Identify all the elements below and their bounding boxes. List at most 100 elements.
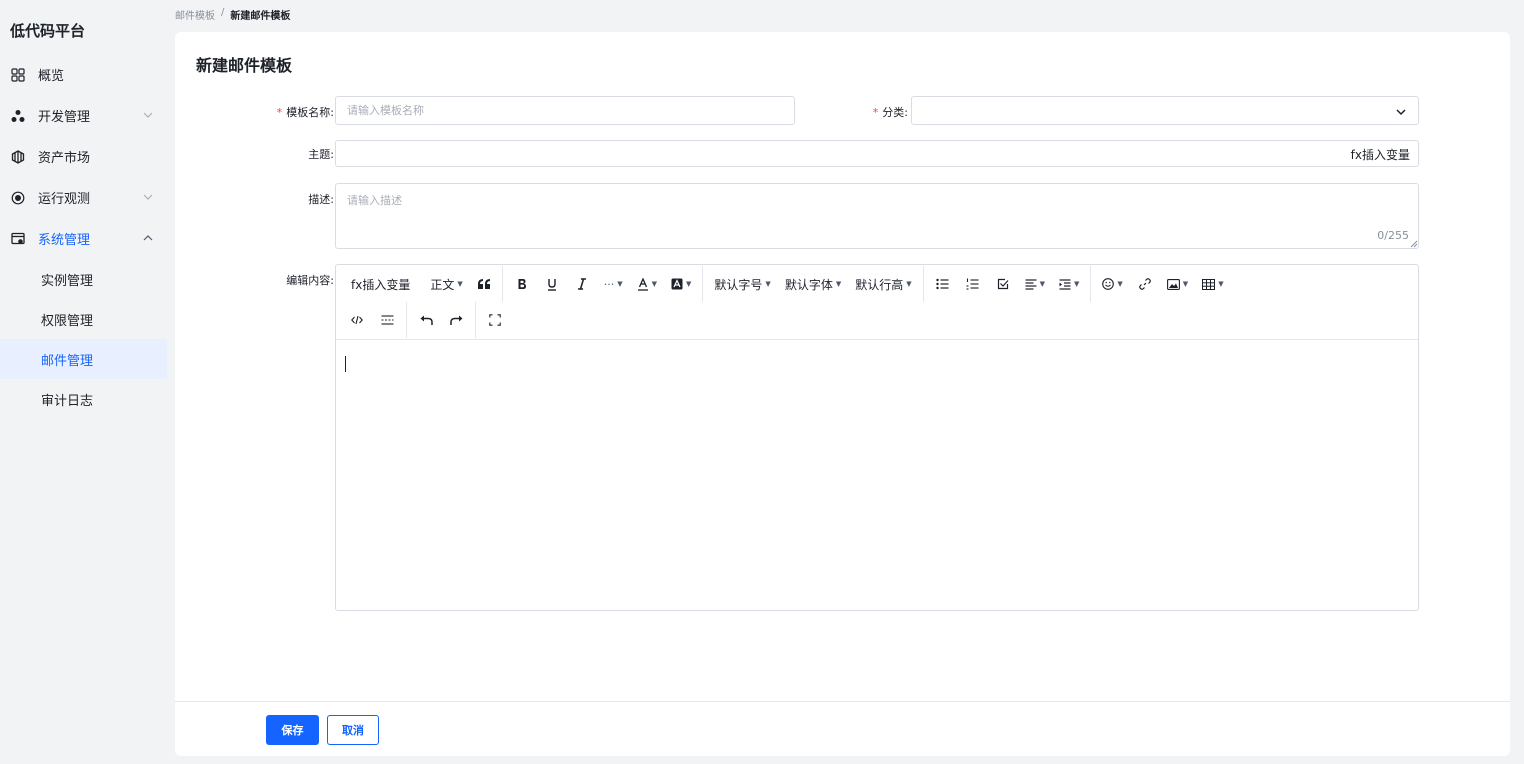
code-icon xyxy=(351,315,363,325)
save-button[interactable]: 保存 xyxy=(266,715,319,745)
background-color-icon xyxy=(671,278,683,290)
radar-icon xyxy=(10,190,26,206)
editor-align-select[interactable]: ▼ xyxy=(1018,272,1052,296)
editor-bold-button[interactable] xyxy=(507,272,537,296)
sidebar-nav: 概览 开发管理 资产市场 运行观测 系统管理 实例管理 权限管理 邮件管理 审计… xyxy=(0,54,167,419)
breadcrumb-parent-link[interactable]: 邮件模板 xyxy=(175,7,215,22)
sidebar-subitem-label: 邮件管理 xyxy=(41,353,94,369)
bullet-list-icon xyxy=(936,278,949,290)
editor-link-button[interactable] xyxy=(1130,272,1160,296)
category-label: * 分类: xyxy=(873,104,908,120)
indent-icon xyxy=(1059,278,1071,290)
category-select[interactable] xyxy=(911,96,1419,125)
editor-heading-label: 正文 xyxy=(430,277,455,292)
content-label: 编辑内容: xyxy=(286,274,334,287)
editor-font-family-select[interactable]: 默认字体 ▼ xyxy=(778,272,848,296)
toolbar-divider xyxy=(475,302,476,338)
template-name-label-text: 模板名称: xyxy=(286,106,334,119)
sidebar-subitem-instance[interactable]: 实例管理 xyxy=(0,259,167,299)
editor-underline-button[interactable] xyxy=(537,272,567,296)
editor-italic-button[interactable] xyxy=(567,272,597,296)
editor-redo-button[interactable] xyxy=(441,308,471,332)
editor-heading-select[interactable]: 正文 ▼ xyxy=(423,272,469,296)
resize-handle-icon[interactable] xyxy=(1410,240,1418,248)
caret-down-icon: ▼ xyxy=(1218,280,1224,288)
editor-emoji-button[interactable]: ▼ xyxy=(1095,272,1129,296)
sidebar-item-label: 系统管理 xyxy=(38,233,91,248)
editor-content-area[interactable] xyxy=(336,339,1418,611)
editor-more-styles-button[interactable]: ··· ▼ xyxy=(597,272,630,296)
settings-window-icon xyxy=(10,231,26,247)
sidebar-subitem-audit-log[interactable]: 审计日志 xyxy=(0,379,167,419)
sidebar-item-label: 运行观测 xyxy=(38,192,91,207)
main-card: 新建邮件模板 *模板名称: *分类: 主题: fx插入变量 描述: 0/255 … xyxy=(175,32,1510,756)
editor-bullet-list-button[interactable] xyxy=(928,272,958,296)
page-title: 新建邮件模板 xyxy=(196,56,293,75)
editor-code-button[interactable] xyxy=(342,308,372,332)
subject-input[interactable]: fx插入变量 xyxy=(335,140,1419,167)
numbered-list-icon xyxy=(966,278,979,290)
chevron-up-icon xyxy=(141,231,155,245)
cancel-button[interactable]: 取消 xyxy=(327,715,379,745)
editor-toolbar-row-2 xyxy=(336,301,510,339)
horizontal-rule-icon xyxy=(381,315,394,325)
editor-image-button[interactable]: ▼ xyxy=(1160,272,1195,296)
link-icon xyxy=(1138,278,1151,290)
image-icon xyxy=(1166,278,1180,290)
template-name-input[interactable] xyxy=(335,96,795,125)
cluster-icon xyxy=(10,108,26,124)
subject-label: 主题: xyxy=(308,148,334,161)
editor-toolbar-row-1: fx插入变量 正文 ▼ ··· ▼ ▼ ▼ 默认字号 ▼ 默认字体 ▼ 默认行高 ▼ ▼ … xyxy=(336,265,1231,303)
sidebar-item-label: 概览 xyxy=(38,69,65,84)
sidebar: 低代码平台 概览 开发管理 资产市场 运行观测 系统管理 实例管理 权限管理 邮… xyxy=(0,0,167,764)
sidebar-item-overview[interactable]: 概览 xyxy=(0,54,167,95)
redo-icon xyxy=(449,315,463,326)
editor-fullscreen-button[interactable] xyxy=(480,308,510,332)
sidebar-subitem-mail[interactable]: 邮件管理 xyxy=(0,339,167,379)
chevron-down-icon xyxy=(1394,105,1408,119)
editor-font-size-label: 默认字号 xyxy=(714,277,763,292)
caret-down-icon: ▼ xyxy=(617,280,623,288)
sidebar-subitem-label: 权限管理 xyxy=(41,313,94,329)
cube-icon xyxy=(10,149,26,165)
caret-down-icon: ▼ xyxy=(1039,280,1046,288)
quote-icon xyxy=(477,278,491,290)
caret-down-icon: ▼ xyxy=(651,280,658,288)
editor-undo-button[interactable] xyxy=(411,308,441,332)
description-textarea[interactable] xyxy=(335,183,1419,249)
caret-down-icon: ▼ xyxy=(1074,280,1080,288)
caret-down-icon: ▼ xyxy=(1117,280,1123,288)
caret-down-icon: ▼ xyxy=(457,280,463,288)
toolbar-divider xyxy=(702,266,704,302)
editor-todo-list-button[interactable] xyxy=(988,272,1018,296)
sidebar-subitem-permission[interactable]: 权限管理 xyxy=(0,299,167,339)
editor-line-height-select[interactable]: 默认行高 ▼ xyxy=(848,272,918,296)
editor-font-size-select[interactable]: 默认字号 ▼ xyxy=(707,272,777,296)
editor-font-color-button[interactable]: ▼ xyxy=(630,272,664,296)
italic-icon xyxy=(576,278,588,290)
sidebar-subitem-label: 实例管理 xyxy=(41,273,94,289)
sidebar-item-runtime-observe[interactable]: 运行观测 xyxy=(0,177,167,218)
sidebar-item-system-management[interactable]: 系统管理 xyxy=(0,218,167,259)
sidebar-subitem-label: 审计日志 xyxy=(41,393,94,409)
editor-insert-variable-button[interactable]: fx插入变量 xyxy=(344,272,417,296)
editor-blockquote-button[interactable] xyxy=(470,272,498,296)
underline-icon xyxy=(546,278,558,291)
editor-indent-select[interactable]: ▼ xyxy=(1052,272,1086,296)
subject-insert-variable-button[interactable]: fx插入变量 xyxy=(1351,146,1410,163)
description-label: 描述: xyxy=(308,193,334,206)
grid-icon xyxy=(10,67,26,83)
editor-divider-button[interactable] xyxy=(372,308,402,332)
app-title: 低代码平台 xyxy=(10,22,86,40)
sidebar-item-dev-management[interactable]: 开发管理 xyxy=(0,95,167,136)
editor-background-color-button[interactable]: ▼ xyxy=(664,272,698,296)
align-left-icon xyxy=(1025,278,1037,290)
editor-font-family-label: 默认字体 xyxy=(784,277,833,292)
checkbox-icon xyxy=(997,278,1009,290)
sidebar-item-asset-market[interactable]: 资产市场 xyxy=(0,136,167,177)
editor-insert-variable-label: fx插入变量 xyxy=(351,277,411,292)
undo-icon xyxy=(420,315,433,326)
editor-table-button[interactable]: ▼ xyxy=(1195,272,1230,296)
editor-numbered-list-button[interactable] xyxy=(958,272,988,296)
required-mark: * xyxy=(872,106,879,119)
